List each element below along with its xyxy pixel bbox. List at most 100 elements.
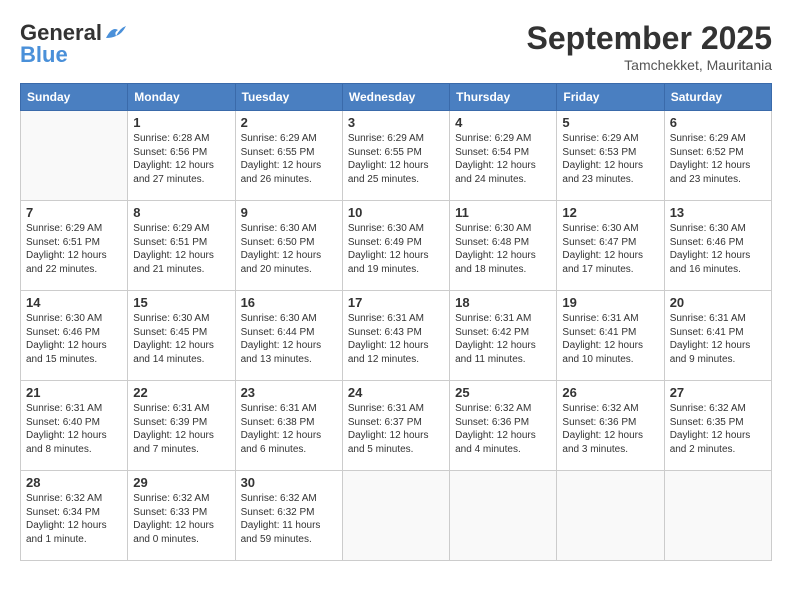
day-info: Sunrise: 6:29 AMSunset: 6:53 PMDaylight:… (562, 132, 658, 186)
calendar-cell: 26 Sunrise: 6:32 AMSunset: 6:36 PMDayligh… (557, 381, 664, 471)
day-info: Sunrise: 6:32 AMSunset: 6:34 PMDaylight:… (26, 492, 122, 546)
day-info: Sunrise: 6:30 AMSunset: 6:46 PMDaylight:… (26, 312, 122, 366)
day-number: 5 (562, 115, 658, 130)
day-info: Sunrise: 6:32 AMSunset: 6:32 PMDaylight:… (241, 492, 337, 546)
day-number: 27 (670, 385, 766, 400)
calendar-cell: 23 Sunrise: 6:31 AMSunset: 6:38 PMDayligh… (235, 381, 342, 471)
calendar-cell: 18 Sunrise: 6:31 AMSunset: 6:42 PMDayligh… (450, 291, 557, 381)
day-info: Sunrise: 6:29 AMSunset: 6:52 PMDaylight:… (670, 132, 766, 186)
calendar-cell: 20 Sunrise: 6:31 AMSunset: 6:41 PMDayligh… (664, 291, 771, 381)
calendar-cell (342, 471, 449, 561)
calendar-cell: 13 Sunrise: 6:30 AMSunset: 6:46 PMDayligh… (664, 201, 771, 291)
day-info: Sunrise: 6:30 AMSunset: 6:45 PMDaylight:… (133, 312, 229, 366)
title-block: September 2025 Tamchekket, Mauritania (527, 20, 772, 73)
day-number: 25 (455, 385, 551, 400)
calendar-cell: 10Sunrise: 6:30 AMSunset: 6:49 PMDayligh… (342, 201, 449, 291)
day-number: 29 (133, 475, 229, 490)
day-info: Sunrise: 6:31 AMSunset: 6:40 PMDaylight:… (26, 402, 122, 456)
calendar-cell: 27Sunrise: 6:32 AMSunset: 6:35 PMDayligh… (664, 381, 771, 471)
weekday-header-monday: Monday (128, 84, 235, 111)
weekday-header-wednesday: Wednesday (342, 84, 449, 111)
day-info: Sunrise: 6:30 AMSunset: 6:47 PMDaylight:… (562, 222, 658, 276)
day-info: Sunrise: 6:30 AMSunset: 6:48 PMDaylight:… (455, 222, 551, 276)
day-number: 14 (26, 295, 122, 310)
location-title: Tamchekket, Mauritania (527, 57, 772, 73)
calendar-week-row: 7Sunrise: 6:29 AMSunset: 6:51 PMDaylight… (21, 201, 772, 291)
calendar-cell: 6 Sunrise: 6:29 AMSunset: 6:52 PMDaylight… (664, 111, 771, 201)
day-number: 3 (348, 115, 444, 130)
day-info: Sunrise: 6:28 AMSunset: 6:56 PMDaylight:… (133, 132, 229, 186)
day-info: Sunrise: 6:31 AMSunset: 6:41 PMDaylight:… (670, 312, 766, 366)
day-info: Sunrise: 6:29 AMSunset: 6:51 PMDaylight:… (26, 222, 122, 276)
day-number: 13 (670, 205, 766, 220)
day-info: Sunrise: 6:31 AMSunset: 6:37 PMDaylight:… (348, 402, 444, 456)
logo-bird-icon (104, 24, 126, 42)
day-info: Sunrise: 6:31 AMSunset: 6:38 PMDaylight:… (241, 402, 337, 456)
day-info: Sunrise: 6:29 AMSunset: 6:54 PMDaylight:… (455, 132, 551, 186)
day-info: Sunrise: 6:31 AMSunset: 6:43 PMDaylight:… (348, 312, 444, 366)
day-number: 16 (241, 295, 337, 310)
calendar-week-row: 21 Sunrise: 6:31 AMSunset: 6:40 PMDayligh… (21, 381, 772, 471)
calendar-week-row: 1 Sunrise: 6:28 AMSunset: 6:56 PMDaylight… (21, 111, 772, 201)
month-title: September 2025 (527, 20, 772, 57)
day-number: 24 (348, 385, 444, 400)
calendar-week-row: 14 Sunrise: 6:30 AMSunset: 6:46 PMDayligh… (21, 291, 772, 381)
calendar-cell: 24 Sunrise: 6:31 AMSunset: 6:37 PMDayligh… (342, 381, 449, 471)
day-info: Sunrise: 6:31 AMSunset: 6:41 PMDaylight:… (562, 312, 658, 366)
calendar-cell (557, 471, 664, 561)
day-number: 23 (241, 385, 337, 400)
calendar-cell: 3 Sunrise: 6:29 AMSunset: 6:55 PMDaylight… (342, 111, 449, 201)
day-number: 28 (26, 475, 122, 490)
day-number: 21 (26, 385, 122, 400)
weekday-header-friday: Friday (557, 84, 664, 111)
calendar-cell: 17 Sunrise: 6:31 AMSunset: 6:43 PMDayligh… (342, 291, 449, 381)
day-info: Sunrise: 6:32 AMSunset: 6:36 PMDaylight:… (455, 402, 551, 456)
day-number: 18 (455, 295, 551, 310)
weekday-header-sunday: Sunday (21, 84, 128, 111)
day-info: Sunrise: 6:29 AMSunset: 6:51 PMDaylight:… (133, 222, 229, 276)
day-info: Sunrise: 6:30 AMSunset: 6:44 PMDaylight:… (241, 312, 337, 366)
day-info: Sunrise: 6:31 AMSunset: 6:39 PMDaylight:… (133, 402, 229, 456)
calendar-cell: 9Sunrise: 6:30 AMSunset: 6:50 PMDaylight… (235, 201, 342, 291)
day-number: 17 (348, 295, 444, 310)
day-number: 12 (562, 205, 658, 220)
day-number: 4 (455, 115, 551, 130)
day-number: 8 (133, 205, 229, 220)
calendar-cell: 29 Sunrise: 6:32 AMSunset: 6:33 PMDayligh… (128, 471, 235, 561)
weekday-header-thursday: Thursday (450, 84, 557, 111)
logo: General Blue (20, 20, 126, 68)
day-info: Sunrise: 6:31 AMSunset: 6:42 PMDaylight:… (455, 312, 551, 366)
calendar-cell: 28 Sunrise: 6:32 AMSunset: 6:34 PMDayligh… (21, 471, 128, 561)
day-number: 30 (241, 475, 337, 490)
day-number: 9 (241, 205, 337, 220)
day-info: Sunrise: 6:30 AMSunset: 6:46 PMDaylight:… (670, 222, 766, 276)
calendar-week-row: 28 Sunrise: 6:32 AMSunset: 6:34 PMDayligh… (21, 471, 772, 561)
day-number: 10 (348, 205, 444, 220)
calendar-cell (664, 471, 771, 561)
weekday-header-tuesday: Tuesday (235, 84, 342, 111)
calendar-cell: 11 Sunrise: 6:30 AMSunset: 6:48 PMDayligh… (450, 201, 557, 291)
day-number: 20 (670, 295, 766, 310)
calendar-cell: 25 Sunrise: 6:32 AMSunset: 6:36 PMDayligh… (450, 381, 557, 471)
calendar-table: SundayMondayTuesdayWednesdayThursdayFrid… (20, 83, 772, 561)
calendar-cell: 30 Sunrise: 6:32 AMSunset: 6:32 PMDayligh… (235, 471, 342, 561)
day-number: 11 (455, 205, 551, 220)
day-number: 26 (562, 385, 658, 400)
day-info: Sunrise: 6:32 AMSunset: 6:36 PMDaylight:… (562, 402, 658, 456)
calendar-cell (21, 111, 128, 201)
day-number: 1 (133, 115, 229, 130)
day-info: Sunrise: 6:32 AMSunset: 6:33 PMDaylight:… (133, 492, 229, 546)
day-info: Sunrise: 6:29 AMSunset: 6:55 PMDaylight:… (348, 132, 444, 186)
day-info: Sunrise: 6:29 AMSunset: 6:55 PMDaylight:… (241, 132, 337, 186)
weekday-header-saturday: Saturday (664, 84, 771, 111)
calendar-cell: 15 Sunrise: 6:30 AMSunset: 6:45 PMDayligh… (128, 291, 235, 381)
calendar-cell: 8 Sunrise: 6:29 AMSunset: 6:51 PMDaylight… (128, 201, 235, 291)
day-number: 15 (133, 295, 229, 310)
day-number: 2 (241, 115, 337, 130)
day-number: 6 (670, 115, 766, 130)
calendar-cell: 4 Sunrise: 6:29 AMSunset: 6:54 PMDaylight… (450, 111, 557, 201)
calendar-cell (450, 471, 557, 561)
calendar-cell: 1 Sunrise: 6:28 AMSunset: 6:56 PMDaylight… (128, 111, 235, 201)
calendar-cell: 14 Sunrise: 6:30 AMSunset: 6:46 PMDayligh… (21, 291, 128, 381)
page-header: General Blue September 2025 Tamchekket, … (20, 20, 772, 73)
